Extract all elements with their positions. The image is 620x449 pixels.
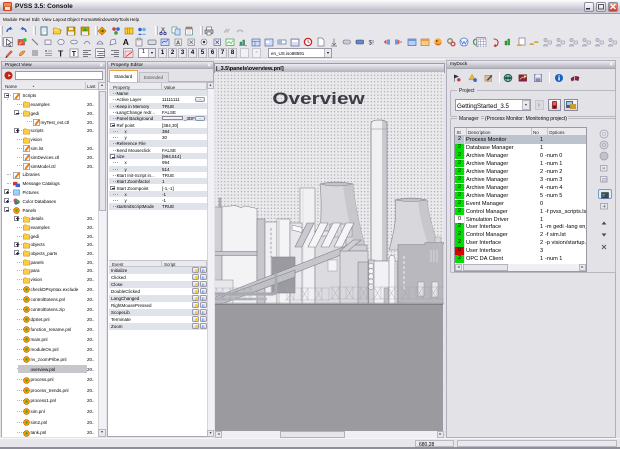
svg-text:A: A — [123, 37, 129, 47]
svg-text:T: T — [72, 50, 77, 57]
svg-text:T: T — [58, 48, 64, 58]
svg-text:A: A — [176, 40, 180, 46]
svg-text:$!: $! — [369, 39, 375, 46]
